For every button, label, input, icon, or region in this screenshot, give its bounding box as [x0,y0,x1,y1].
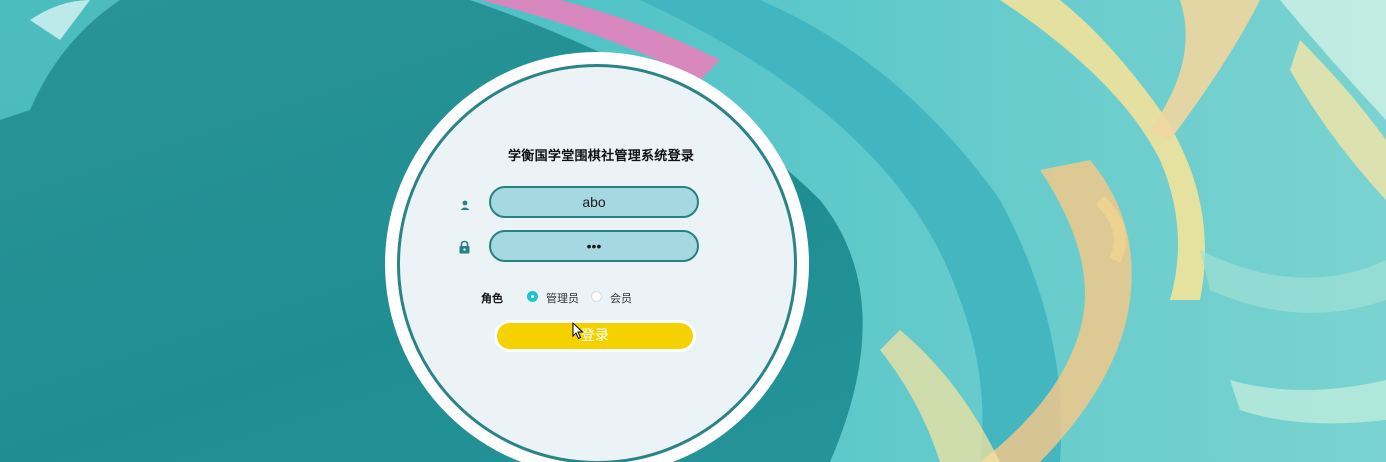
role-label: 角色 [481,292,503,305]
login-button[interactable]: 登录 [497,323,693,349]
role-radio-member[interactable] [591,291,602,302]
password-input[interactable] [489,230,699,262]
user-icon [459,196,473,210]
username-input[interactable] [489,186,699,218]
role-radio-admin[interactable] [527,291,538,302]
login-button-frame: 登录 [494,320,696,352]
mouse-cursor-icon [572,322,584,340]
login-panel-inner [397,64,797,462]
page-title: 学衡国学堂围棋社管理系统登录 [508,149,695,164]
role-label-member[interactable]: 会员 [610,290,632,306]
role-label-admin[interactable]: 管理员 [546,290,579,306]
lock-icon [458,239,472,254]
